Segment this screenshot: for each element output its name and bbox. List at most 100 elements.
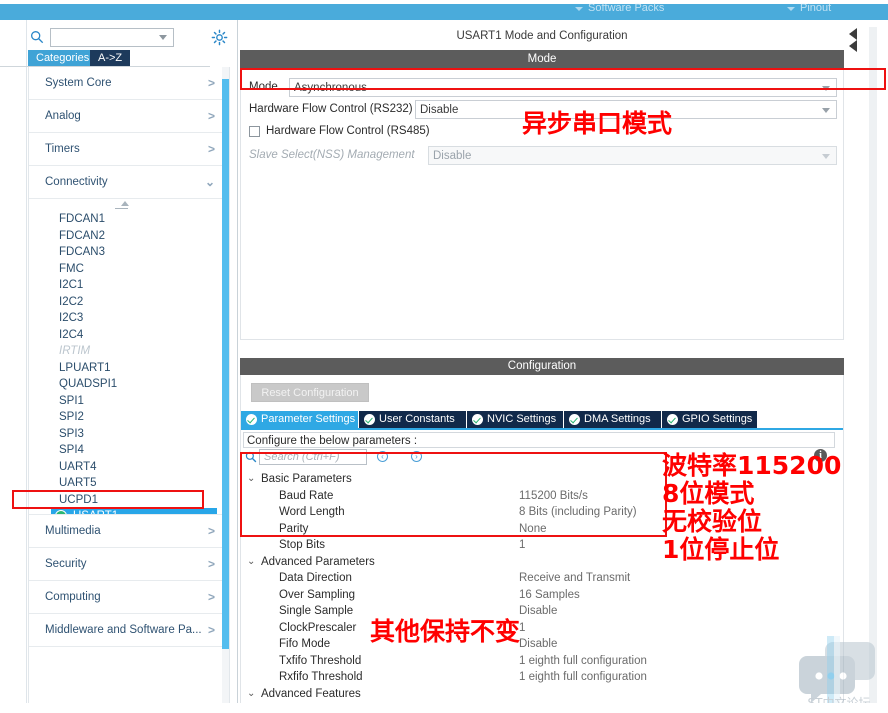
parameter-value[interactable]: 1 eighth full configuration	[519, 669, 647, 686]
sidebar-item-label: Middleware and Software Pa...	[45, 624, 202, 636]
tab-gpio-settings[interactable]: GPIO Settings	[662, 411, 758, 428]
parameter-value[interactable]: 16 Samples	[519, 587, 580, 604]
scroll-up-icon[interactable]	[121, 201, 129, 206]
annotation-keep-rest: 其他保持不变	[370, 617, 521, 646]
field-mode-select[interactable]: Asynchronous	[289, 78, 837, 97]
peripheral-item-label: FDCAN3	[59, 246, 106, 258]
peripheral-item-label: SPI2	[59, 411, 84, 423]
tab-label: GPIO Settings	[682, 413, 753, 425]
parameter-value[interactable]: Receive and Transmit	[519, 570, 630, 587]
expand-all-button[interactable]: ›	[411, 451, 422, 462]
peripheral-item-ucpd1[interactable]: UCPD1	[29, 492, 229, 509]
check-circle-icon	[667, 414, 678, 425]
peripheral-item-label: I2C1	[59, 279, 84, 291]
parameter-row[interactable]: Data Direction Receive and Transmit	[243, 570, 835, 587]
peripheral-item-irtim: IRTIM	[29, 343, 229, 360]
configuration-tabbar: Parameter Settings User Constants NVIC Set…	[241, 411, 843, 428]
sidebar-item-middleware[interactable]: Middleware and Software Pa... >	[29, 614, 229, 647]
tab-nvic-settings[interactable]: NVIC Settings	[467, 411, 564, 428]
parameter-row[interactable]: Over Sampling 16 Samples	[243, 587, 835, 604]
peripheral-item-label: FDCAN2	[59, 229, 106, 242]
sidebar-item-label: Timers	[45, 143, 80, 155]
parameter-search-input[interactable]: Search (Ctrl+F)	[259, 449, 367, 465]
parameter-value[interactable]: 1 eighth full configuration	[519, 653, 647, 670]
parameter-row[interactable]: Rxfifo Threshold 1 eighth full configurat…	[243, 669, 835, 686]
peripheral-item-usart1[interactable]: USART1	[51, 508, 217, 514]
sidebar-item-computing[interactable]: Computing >	[29, 581, 229, 614]
tab-parameter-settings[interactable]: Parameter Settings	[241, 411, 359, 428]
peripheral-item-spi4[interactable]: SPI4	[29, 442, 229, 459]
parameter-name: Word Length	[279, 506, 345, 518]
peripheral-item-i2c3[interactable]: I2C3	[29, 310, 229, 327]
field-hwfc-rs485[interactable]: Hardware Flow Control (RS485)	[249, 122, 549, 141]
parameter-value[interactable]: None	[519, 521, 547, 538]
sidebar-item-system-core[interactable]: System Core >	[29, 67, 229, 100]
peripheral-item-uart5[interactable]: UART5	[29, 475, 229, 492]
parameter-value[interactable]: Disable	[519, 603, 557, 620]
sidebar-item-connectivity[interactable]: Connectivity ⌄	[29, 166, 229, 199]
toolbar-item-pinout[interactable]: Pinout	[800, 2, 831, 14]
peripheral-item-uart4[interactable]: UART4	[29, 459, 229, 476]
bottom-strip	[0, 703, 888, 713]
collapse-all-button[interactable]: ‹	[377, 451, 388, 462]
watermark: ST中文论坛	[793, 636, 885, 713]
parameter-value[interactable]: Disable	[519, 636, 557, 653]
peripheral-item-i2c2[interactable]: I2C2	[29, 294, 229, 311]
checkbox-hwfc-rs485[interactable]	[249, 126, 260, 137]
toolbar-item-software-packs[interactable]: Software Packs	[588, 2, 664, 14]
collapse-arrow-icon[interactable]	[849, 28, 857, 40]
parameter-group-advanced-features[interactable]: ⌄ Advanced Features	[243, 686, 835, 703]
peripheral-item-fmc[interactable]: FMC	[29, 261, 229, 278]
gear-icon[interactable]	[211, 29, 228, 46]
peripheral-item-quadspi1[interactable]: QUADSPI1	[29, 376, 229, 393]
panel-collapse-control[interactable]	[845, 26, 865, 60]
top-toolbar: Software Packs Pinout	[0, 0, 888, 20]
parameter-value[interactable]: 1	[519, 537, 525, 554]
parameter-row[interactable]: Txfifo Threshold 1 eighth full configurat…	[243, 653, 835, 670]
chevron-down-icon[interactable]: ⌄	[247, 686, 255, 703]
sidebar-item-security[interactable]: Security >	[29, 548, 229, 581]
sidebar-search-input[interactable]	[50, 28, 174, 47]
mode-section-header: Mode	[240, 50, 844, 68]
search-icon[interactable]	[30, 30, 44, 44]
peripheral-item-label: UART4	[59, 460, 97, 473]
search-icon[interactable]	[245, 451, 257, 463]
reset-configuration-button[interactable]: Reset Configuration	[251, 383, 369, 402]
parameter-row[interactable]: ClockPrescaler 1	[243, 620, 835, 637]
chevron-down-icon[interactable]: ⌄	[247, 554, 255, 571]
peripheral-item-i2c1[interactable]: I2C1	[29, 277, 229, 294]
collapse-arrow-icon[interactable]	[849, 40, 857, 52]
sidebar-item-timers[interactable]: Timers >	[29, 133, 229, 166]
sidebar-scrollbar-track[interactable]	[222, 67, 229, 713]
peripheral-item-spi3[interactable]: SPI3	[29, 426, 229, 443]
sidebar-item-multimedia[interactable]: Multimedia >	[29, 515, 229, 548]
peripheral-item-label: SPI4	[59, 444, 84, 456]
scroll-up-bar	[115, 208, 128, 209]
peripheral-item-fdcan2[interactable]: FDCAN2	[29, 228, 229, 245]
peripheral-item-lpuart1[interactable]: LPUART1	[29, 360, 229, 377]
field-nss-management-label: Slave Select(NSS) Management	[249, 149, 415, 161]
parameter-value[interactable]: 8 Bits (including Parity)	[519, 504, 637, 521]
main-scrollbar-track[interactable]	[869, 27, 877, 713]
sidebar-item-analog[interactable]: Analog >	[29, 100, 229, 133]
peripheral-item-fdcan1[interactable]: FDCAN1	[29, 211, 229, 228]
peripheral-item-i2c4[interactable]: I2C4	[29, 327, 229, 344]
parameter-name: Txfifo Threshold	[279, 654, 362, 667]
peripheral-item-spi2[interactable]: SPI2	[29, 409, 229, 426]
parameter-row[interactable]: Single Sample Disable	[243, 603, 835, 620]
chevron-down-icon[interactable]: ⌄	[247, 471, 255, 488]
tab-user-constants[interactable]: User Constants	[359, 411, 467, 428]
peripheral-item-fdcan3[interactable]: FDCAN3	[29, 244, 229, 261]
check-circle-icon	[472, 414, 483, 425]
sidebar-scrollbar-thumb[interactable]	[222, 79, 229, 649]
sidebar-item-label: Connectivity	[45, 176, 108, 188]
parameter-value[interactable]: 115200 Bits/s	[519, 488, 588, 505]
peripheral-item-label: FDCAN1	[59, 213, 106, 225]
chevron-down-icon	[787, 7, 795, 11]
sidebar-tabs: Categories A->Z	[28, 50, 238, 66]
parameter-row[interactable]: Fifo Mode Disable	[243, 636, 835, 653]
tab-a-to-z[interactable]: A->Z	[90, 50, 131, 66]
tab-categories[interactable]: Categories	[28, 50, 98, 66]
peripheral-item-spi1[interactable]: SPI1	[29, 393, 229, 410]
tab-dma-settings[interactable]: DMA Settings	[564, 411, 662, 428]
